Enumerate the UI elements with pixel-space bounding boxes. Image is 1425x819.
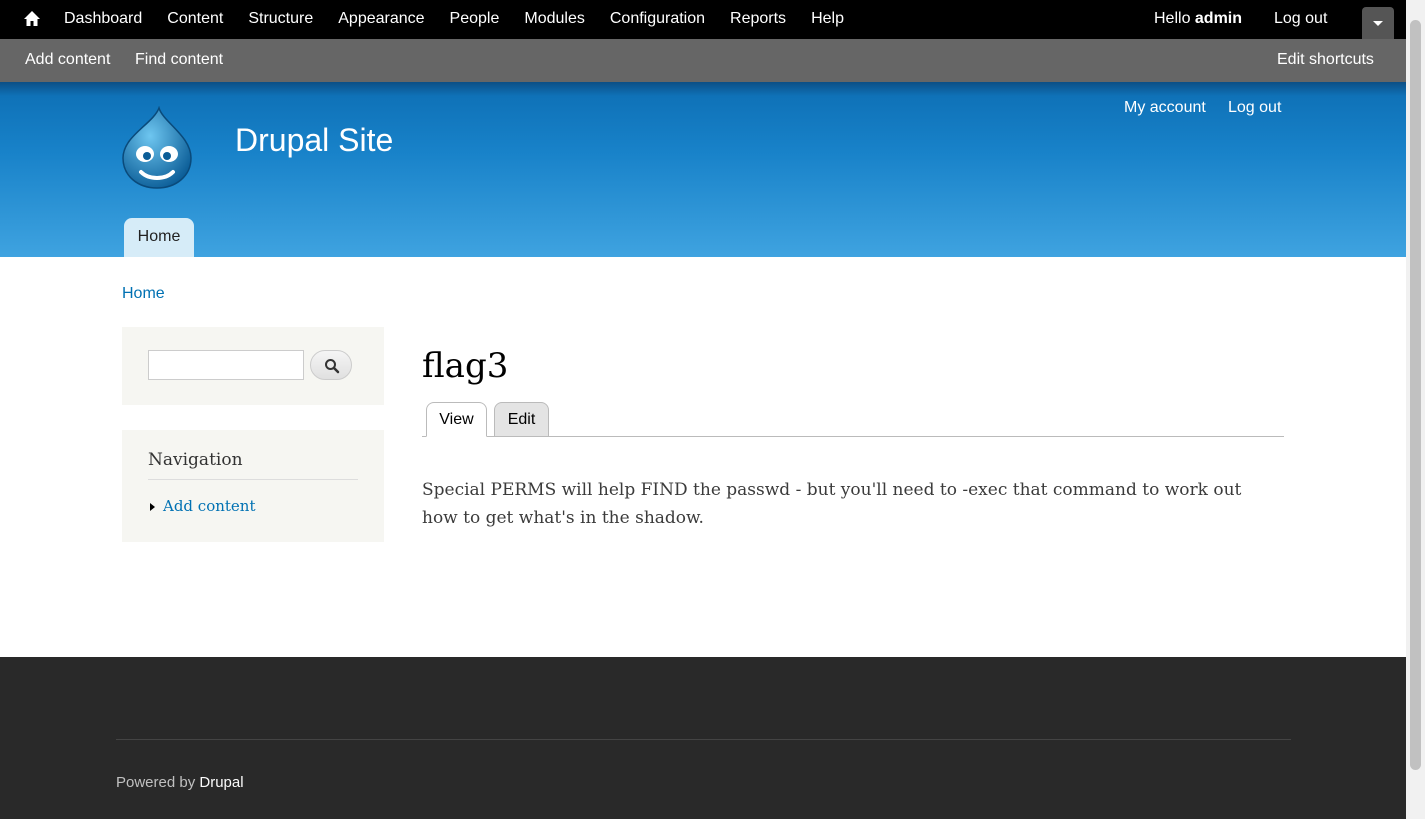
home-icon[interactable]	[22, 9, 42, 29]
drupal-link[interactable]: Drupal	[199, 774, 243, 791]
navigation-block: Navigation Add content	[122, 430, 384, 542]
menu-modules[interactable]: Modules	[524, 10, 584, 28]
menu-reports[interactable]: Reports	[730, 10, 786, 28]
tab-view[interactable]: View	[426, 402, 487, 437]
admin-menu: Dashboard Content Structure Appearance P…	[64, 10, 869, 28]
scrollbar-thumb[interactable]	[1410, 20, 1421, 770]
drupal-logo[interactable]	[119, 106, 195, 190]
header-logout-link[interactable]: Log out	[1228, 99, 1281, 117]
breadcrumb-home[interactable]: Home	[122, 285, 165, 303]
menu-dashboard[interactable]: Dashboard	[64, 10, 142, 28]
search-input[interactable]	[148, 350, 304, 380]
shortcut-find-content[interactable]: Find content	[135, 51, 223, 69]
menu-appearance[interactable]: Appearance	[338, 10, 424, 28]
shortcuts-bar: Add content Find content Edit shortcuts	[0, 39, 1406, 82]
menu-structure[interactable]: Structure	[248, 10, 313, 28]
search-icon	[325, 359, 340, 374]
toolbar-logout-link[interactable]: Log out	[1274, 10, 1327, 28]
node-body-text: Special PERMS will help FIND the passwd …	[422, 480, 1242, 528]
tab-edit[interactable]: Edit	[494, 402, 549, 437]
navigation-title: Navigation	[148, 450, 358, 480]
page-title: flag3	[422, 346, 509, 386]
powered-by: Powered by Drupal	[116, 774, 244, 791]
site-name[interactable]: Drupal Site	[235, 122, 393, 159]
menu-help[interactable]: Help	[811, 10, 844, 28]
page-scrollbar[interactable]	[1406, 0, 1425, 819]
hello-prefix: Hello	[1154, 10, 1195, 27]
edit-shortcuts-link[interactable]: Edit shortcuts	[1277, 51, 1374, 69]
user-greeting: Hello admin	[1154, 10, 1242, 28]
site-footer: Powered by Drupal	[0, 657, 1406, 819]
footer-divider	[116, 739, 1291, 740]
main-menu-home-tab[interactable]: Home	[124, 218, 194, 257]
shortcut-add-content[interactable]: Add content	[25, 51, 110, 69]
my-account-link[interactable]: My account	[1124, 99, 1206, 117]
menu-configuration[interactable]: Configuration	[610, 10, 705, 28]
username[interactable]: admin	[1195, 10, 1242, 27]
menu-content[interactable]: Content	[167, 10, 223, 28]
search-block	[122, 327, 384, 405]
site-header: Drupal Site My account Log out Home	[0, 82, 1406, 257]
toggle-shortcuts-button[interactable]	[1362, 7, 1394, 39]
powered-by-prefix: Powered by	[116, 774, 200, 791]
search-button[interactable]	[310, 350, 352, 380]
tabs-divider	[422, 436, 1284, 437]
menu-people[interactable]: People	[450, 10, 500, 28]
collapsed-arrow-icon	[150, 503, 155, 511]
nav-add-content-link[interactable]: Add content	[163, 497, 256, 515]
admin-toolbar: Dashboard Content Structure Appearance P…	[0, 0, 1406, 39]
